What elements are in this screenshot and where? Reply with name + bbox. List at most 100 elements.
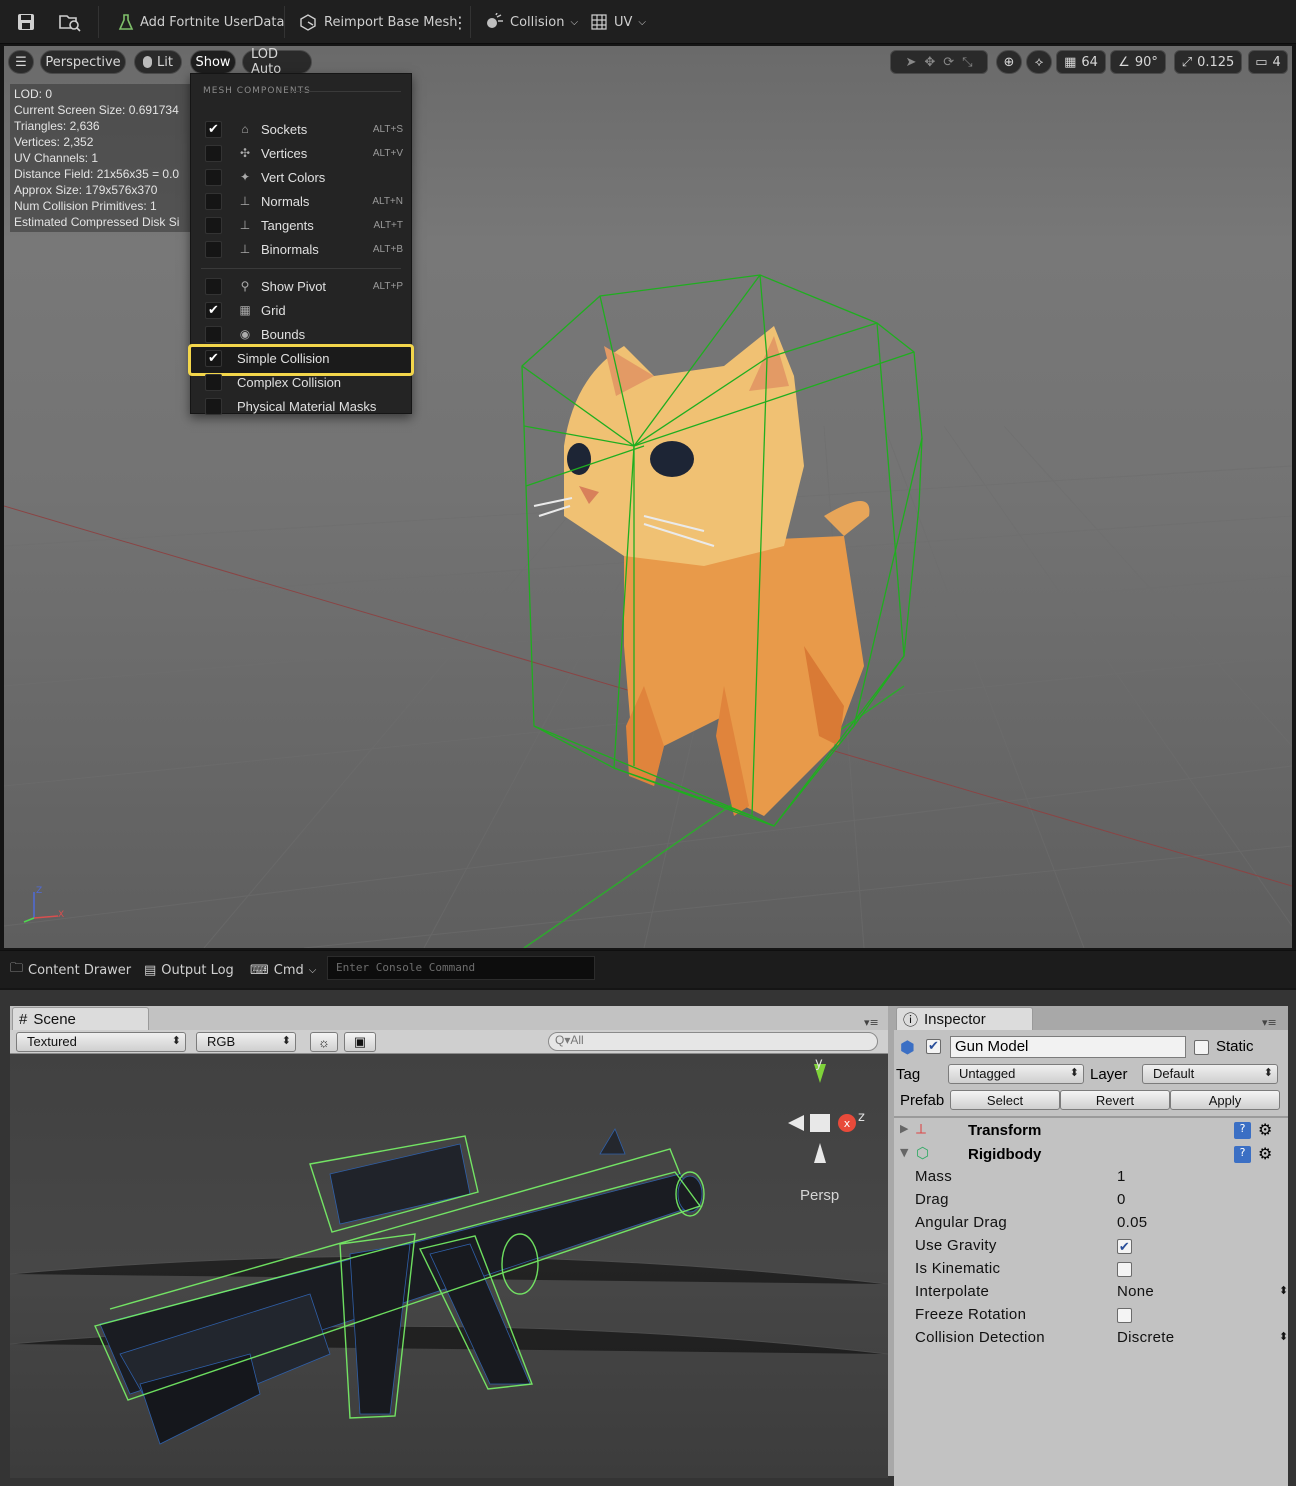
help-icon[interactable]: ? [1234,1122,1251,1139]
scale-icon[interactable]: ⤡ [962,55,972,70]
channel-select[interactable]: RGB [196,1032,296,1052]
menu-checkbox[interactable] [205,397,222,415]
menu-checkbox[interactable] [205,216,222,234]
transform-component-header[interactable]: ▶ ⟂ Transform ? ⚙ [894,1120,1288,1142]
menu-checkbox[interactable] [205,192,222,210]
menu-checkbox[interactable] [205,277,222,295]
scale-snap-value: 0.125 [1197,54,1235,70]
menu-item-sockets[interactable]: ✔ ⌂ Sockets ALT+S [191,117,413,141]
property-checkbox[interactable] [1117,1262,1132,1277]
static-label: Static [1216,1038,1254,1055]
menu-checkbox[interactable]: ✔ [205,301,222,319]
prefab-select-button[interactable]: Select [950,1090,1060,1110]
menu-checkbox[interactable] [205,373,222,391]
image-toggle[interactable]: ▣ [344,1032,376,1052]
menu-checkbox[interactable] [205,325,222,343]
save-button[interactable] [16,0,36,44]
property-value[interactable]: 0.05 [1117,1214,1147,1231]
hamburger-icon: ☰ [15,54,27,70]
property-value[interactable]: None [1117,1283,1154,1300]
layer-select[interactable]: Default [1142,1064,1278,1084]
local-space-button[interactable]: ⊕ [996,50,1022,74]
viewport-menu-button[interactable]: ☰ [8,50,34,74]
menu-item-vertices[interactable]: ✣ Vertices ALT+V [191,141,413,165]
show-button[interactable]: Show [190,50,236,74]
stepper-icon[interactable]: ⬍ [1279,1284,1289,1297]
menu-item-bounds[interactable]: ◉ Bounds [191,322,413,346]
tag-select[interactable]: Untagged [948,1064,1084,1084]
menu-item-normals[interactable]: ⊥ Normals ALT+N [191,189,413,213]
camera-speed-button[interactable]: ▭ 4 [1248,50,1288,74]
angle-snap-button[interactable]: ∠ 90° [1110,50,1166,74]
gear-icon[interactable]: ⚙ [1258,1144,1272,1163]
menu-item-label: Physical Material Masks [237,398,377,414]
scale-snap-button[interactable]: ⤢ 0.125 [1174,50,1242,74]
panel-menu-icon[interactable]: ▾≡ [864,1016,879,1029]
collision-dropdown[interactable]: Collision ⌵ [484,0,578,44]
gizmo-z-label: z [858,1110,865,1125]
draw-mode-select[interactable]: Textured [16,1032,186,1052]
add-userdata-button[interactable]: Add Fortnite UserData [118,0,284,44]
uv-dropdown[interactable]: UV ⌵ [590,0,646,44]
surface-snap-button[interactable]: ⟡ [1026,50,1052,74]
more-options-icon[interactable]: ⋮ [452,0,468,44]
property-value[interactable]: 0 [1117,1191,1126,1208]
property-label: Collision Detection [915,1329,1045,1346]
reimport-icon [300,14,316,31]
menu-item-vert-colors[interactable]: ✦ Vert Colors [191,165,413,189]
static-checkbox[interactable] [1194,1040,1209,1055]
rigidbody-component-header[interactable]: ▼ ⬡ Rigidbody ? ⚙ [894,1144,1288,1166]
menu-divider [201,268,401,269]
lighting-toggle[interactable]: ☼ [310,1032,338,1052]
property-checkbox[interactable]: ✔ [1117,1239,1132,1254]
rotate-icon[interactable]: ⟳ [943,55,954,70]
gear-icon[interactable]: ⚙ [1258,1120,1272,1139]
menu-checkbox[interactable] [205,144,222,162]
transform-tools[interactable]: ➤ ✥ ⟳ ⤡ [890,50,988,74]
menu-checkbox[interactable]: ✔ [205,349,222,367]
grid-snap-button[interactable]: ▦ 64 [1056,50,1106,74]
property-label: Is Kinematic [915,1260,1001,1277]
menu-item-simple-collision[interactable]: ✔ Simple Collision [188,344,414,376]
lod-button[interactable]: LOD Auto [242,47,312,77]
perspective-button[interactable]: Perspective [40,50,126,74]
object-name-field[interactable]: Gun Model [950,1036,1186,1058]
console-input[interactable]: Enter Console Command [327,956,595,980]
property-value[interactable]: 1 [1117,1168,1126,1185]
lit-button[interactable]: Lit [134,50,182,74]
menu-item-physical-material-masks[interactable]: Physical Material Masks [191,394,413,418]
scene-search-input[interactable]: Q▾All [548,1032,878,1051]
camera-speed-value: 4 [1272,54,1281,70]
cmd-dropdown[interactable]: ⌨ Cmd ⌵ [250,951,316,989]
output-log-button[interactable]: ▤ Output Log [144,951,234,989]
reimport-button[interactable]: Reimport Base Mesh [298,0,458,44]
move-icon[interactable]: ✥ [924,55,935,70]
panel-menu-icon[interactable]: ▾≡ [1262,1016,1277,1029]
active-checkbox[interactable]: ✔ [926,1039,941,1054]
property-checkbox[interactable] [1117,1308,1132,1323]
stepper-icon[interactable]: ⬍ [1279,1330,1289,1343]
menu-checkbox[interactable]: ✔ [205,120,222,138]
menu-item-label: Vert Colors [261,169,326,185]
menu-item-grid[interactable]: ✔ ▦ Grid [191,298,413,322]
content-drawer-button[interactable]: 🗀 Content Drawer [10,951,131,989]
menu-item-label: Show Pivot [261,278,327,294]
select-icon[interactable]: ➤ [905,55,916,70]
menu-item-complex-collision[interactable]: Complex Collision [191,370,413,394]
persp-label[interactable]: Persp [800,1187,839,1204]
menu-checkbox[interactable] [205,240,222,258]
menu-item-show-pivot[interactable]: ⚲ Show Pivot ALT+P [191,274,413,298]
prefab-revert-button[interactable]: Revert [1060,1090,1170,1110]
unity-scene-view[interactable]: x y z Persp [10,1054,888,1478]
tab-scene[interactable]: # Scene [12,1007,149,1031]
tab-inspector[interactable]: ⓘ Inspector [896,1007,1033,1031]
prefab-apply-button[interactable]: Apply [1170,1090,1280,1110]
menu-item-tangents[interactable]: ⊥ Tangents ALT+T [191,213,413,237]
help-icon[interactable]: ? [1234,1146,1251,1163]
property-value[interactable]: Discrete [1117,1329,1174,1346]
browse-button[interactable] [58,0,82,44]
grid-icon: ▦ [239,303,251,317]
menu-item-binormals[interactable]: ⊥ Binormals ALT+B [191,237,413,261]
rigidbody-property-collision-detection: Collision Detection Discrete ⬍ [915,1329,1288,1351]
menu-checkbox[interactable] [205,168,222,186]
